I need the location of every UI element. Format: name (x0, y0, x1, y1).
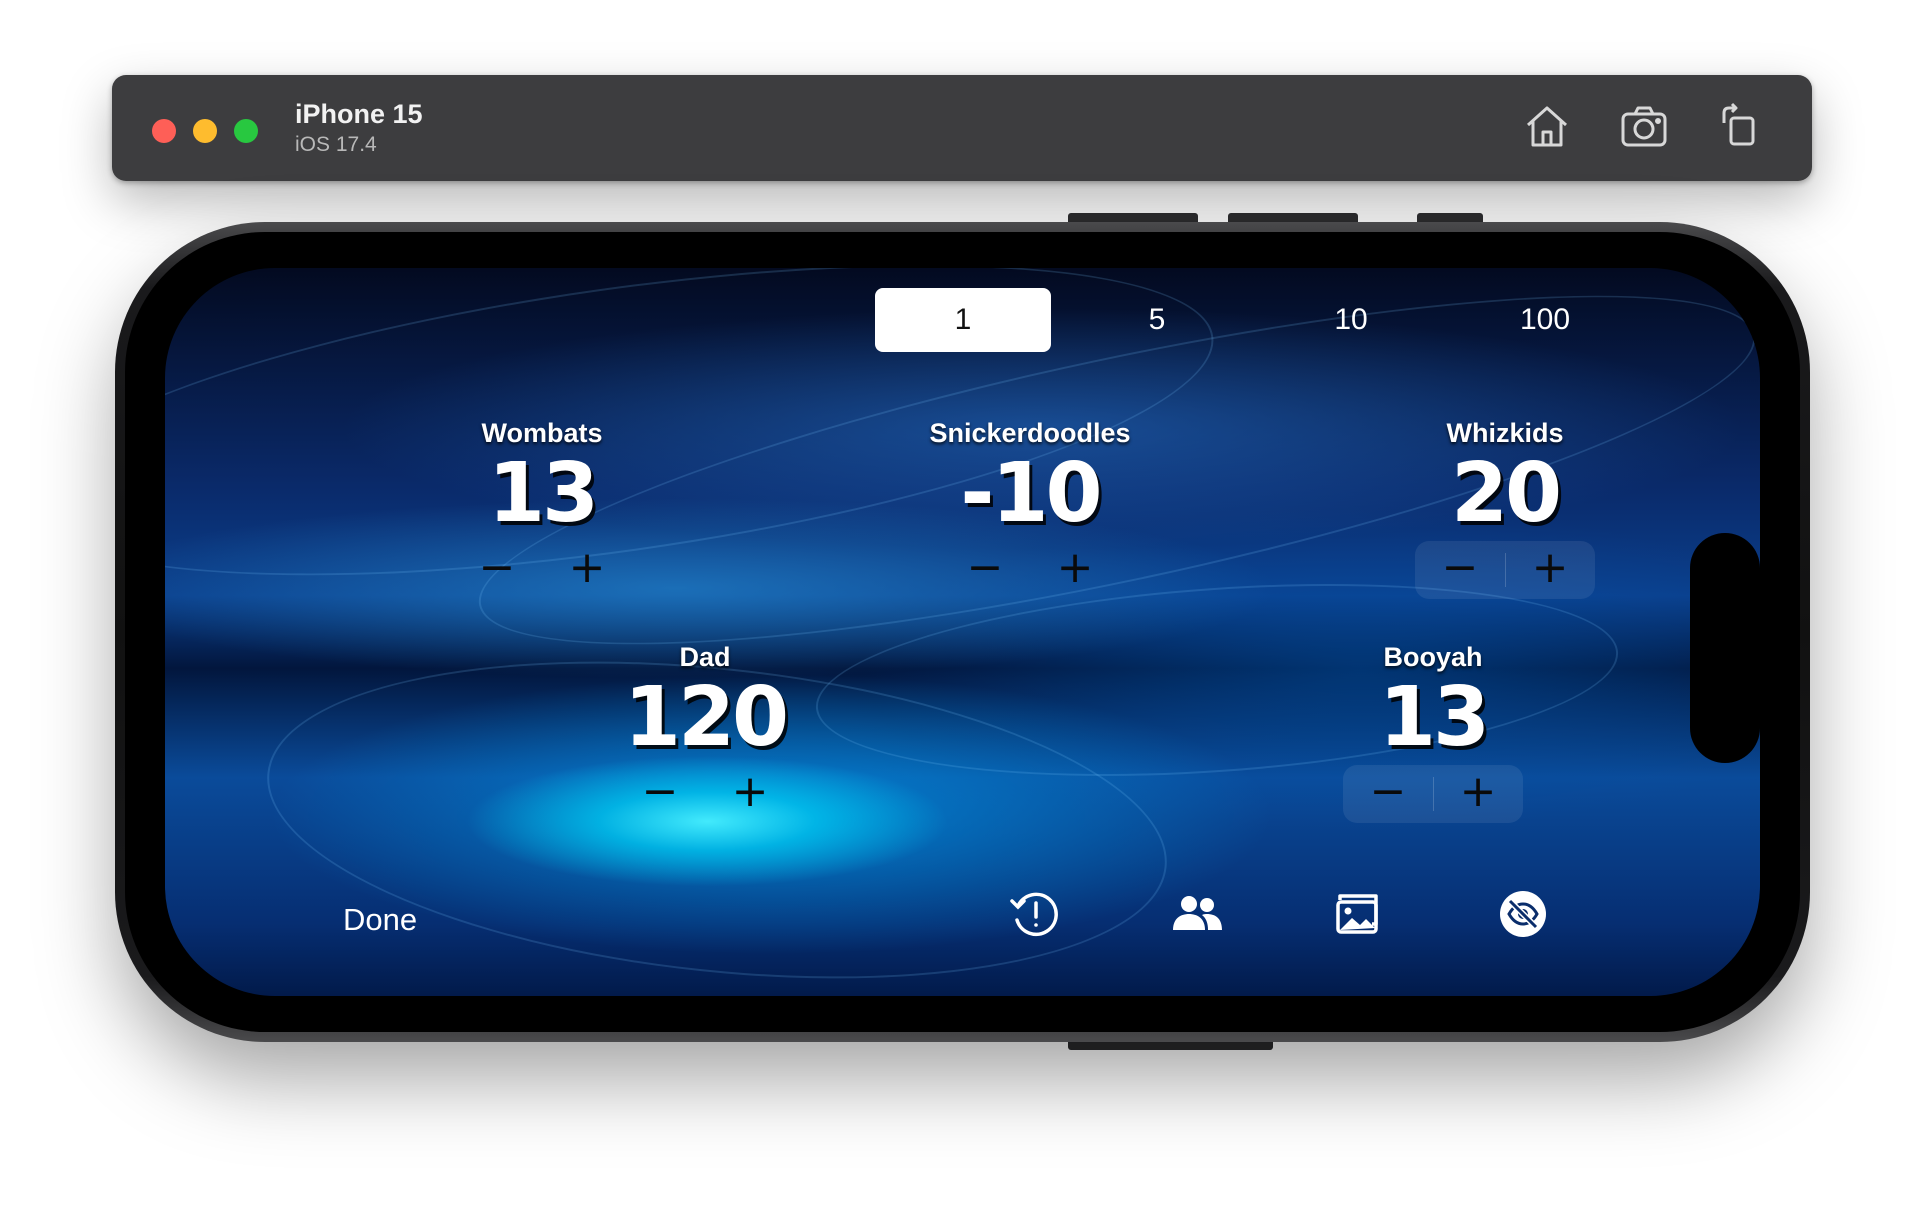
team-card-wombats: Wombats 13 − + (402, 418, 682, 599)
increment-segmented-control: 1 5 10 100 (875, 288, 1655, 352)
team-score: 120 (623, 670, 789, 765)
team-score: 13 (1378, 670, 1490, 765)
dynamic-island (1690, 533, 1760, 763)
score-stepper: − + (1415, 541, 1595, 599)
zoom-window-button[interactable] (234, 119, 258, 143)
team-name: Snickerdoodles (929, 418, 1131, 448)
team-name: Booyah (1383, 642, 1483, 672)
team-score: 13 (487, 446, 599, 541)
team-card-booyah: Booyah 13 − + (1293, 642, 1573, 823)
home-icon[interactable] (1522, 101, 1572, 151)
app-screen: 1 5 10 100 Wombats 13 − + Snickerdoodles… (165, 268, 1760, 996)
increment-option-10[interactable]: 10 (1263, 288, 1439, 352)
score-stepper: − + (452, 541, 632, 599)
eye-slash-icon[interactable] (1493, 884, 1553, 944)
decrement-button[interactable]: − (1343, 765, 1433, 823)
decrement-button[interactable]: − (940, 541, 1030, 599)
close-window-button[interactable] (152, 119, 176, 143)
score-stepper: − + (940, 541, 1120, 599)
people-icon[interactable] (1167, 884, 1227, 944)
team-score: 20 (1450, 446, 1562, 541)
increment-button[interactable]: + (1433, 765, 1523, 823)
team-name: Whizkids (1446, 418, 1564, 448)
history-alert-icon[interactable] (1005, 884, 1065, 944)
increment-button[interactable]: + (1030, 541, 1120, 599)
device-name: iPhone 15 (295, 99, 423, 129)
increment-option-100[interactable]: 100 (1457, 288, 1633, 352)
team-card-dad: Dad 120 − + (565, 642, 845, 823)
team-score: -10 (960, 446, 1102, 541)
done-button[interactable]: Done (343, 902, 417, 938)
screenshot-icon[interactable] (1619, 101, 1669, 151)
phone-bezel: 1 5 10 100 Wombats 13 − + Snickerdoodles… (125, 232, 1800, 1032)
increment-option-1[interactable]: 1 (875, 288, 1051, 352)
photos-icon[interactable] (1330, 884, 1390, 944)
team-name: Dad (679, 642, 731, 672)
os-version: iOS 17.4 (295, 133, 377, 156)
simulator-title-bar: iPhone 15 iOS 17.4 (112, 75, 1812, 181)
team-name: Wombats (481, 418, 603, 448)
increment-button[interactable]: + (1505, 541, 1595, 599)
team-card-whizkids: Whizkids 20 − + (1355, 418, 1655, 599)
iphone-device: 1 5 10 100 Wombats 13 − + Snickerdoodles… (115, 222, 1810, 1042)
decrement-button[interactable]: − (615, 765, 705, 823)
rotate-icon[interactable] (1714, 101, 1764, 151)
score-stepper: − + (615, 765, 795, 823)
team-card-snickerdoodles: Snickerdoodles -10 − + (865, 418, 1195, 599)
decrement-button[interactable]: − (1415, 541, 1505, 599)
decrement-button[interactable]: − (452, 541, 542, 599)
increment-button[interactable]: + (705, 765, 795, 823)
score-stepper: − + (1343, 765, 1523, 823)
minimize-window-button[interactable] (193, 119, 217, 143)
increment-button[interactable]: + (542, 541, 632, 599)
increment-option-5[interactable]: 5 (1069, 288, 1245, 352)
